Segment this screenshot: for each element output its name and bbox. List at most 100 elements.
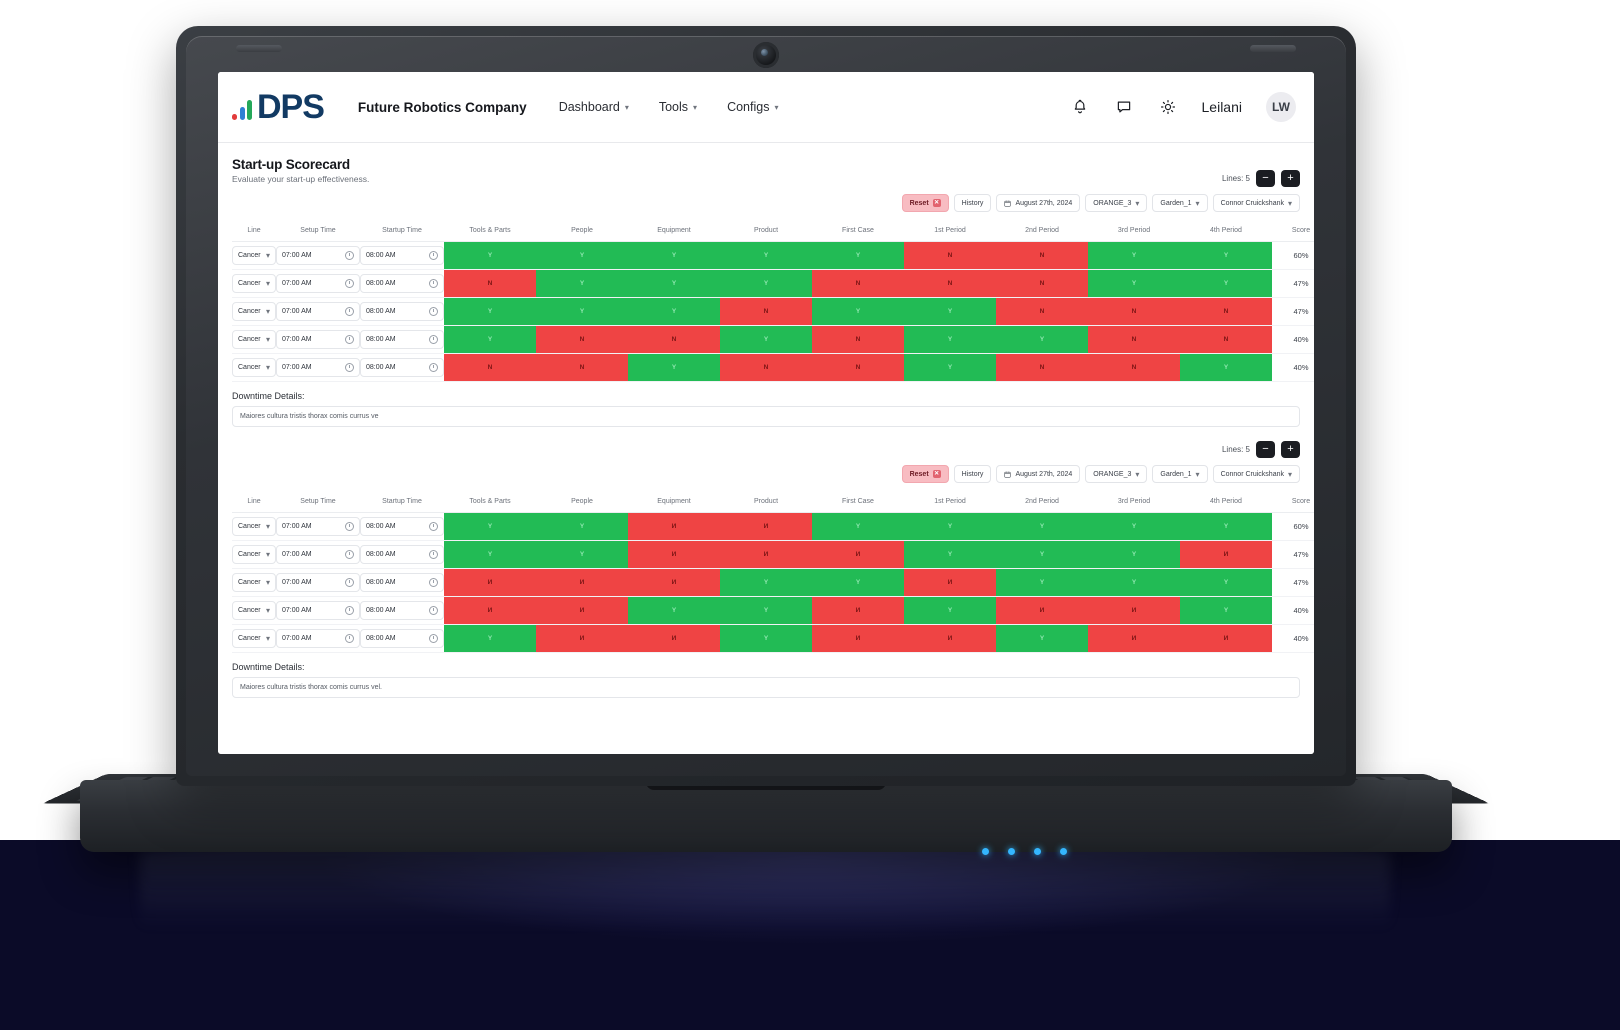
- status-cell-equipment[interactable]: Y: [628, 297, 720, 326]
- startup-time-input[interactable]: 08:00 AM: [360, 601, 444, 620]
- line-select[interactable]: Cancer ▾: [232, 302, 276, 321]
- status-cell-product[interactable]: N: [720, 353, 812, 382]
- nav-item-dashboard[interactable]: Dashboard ▾: [559, 100, 629, 114]
- status-cell-equipment[interactable]: Y: [628, 596, 720, 625]
- line-select[interactable]: Cancer ▾: [232, 274, 276, 293]
- status-cell-4th-period[interactable]: Y: [1180, 241, 1272, 270]
- status-cell-tools-parts[interactable]: Y: [444, 624, 536, 653]
- avatar[interactable]: LW: [1266, 92, 1296, 122]
- status-cell-people[interactable]: И: [536, 568, 628, 597]
- status-cell-product[interactable]: И: [720, 540, 812, 569]
- status-cell-tools-parts[interactable]: Y: [444, 325, 536, 354]
- status-cell-4th-period[interactable]: Y: [1180, 512, 1272, 541]
- status-cell-product[interactable]: Y: [720, 624, 812, 653]
- startup-time-input[interactable]: 08:00 AM: [360, 302, 444, 321]
- status-cell-tools-parts[interactable]: Y: [444, 297, 536, 326]
- status-cell-product[interactable]: Y: [720, 325, 812, 354]
- chat-icon[interactable]: [1114, 97, 1134, 117]
- select-garden[interactable]: Garden_1 ▾: [1152, 194, 1208, 212]
- lines-increase-button[interactable]: +: [1281, 441, 1300, 458]
- status-cell-3rd-period[interactable]: N: [1088, 353, 1180, 382]
- setup-time-input[interactable]: 07:00 AM: [276, 545, 360, 564]
- status-cell-2nd-period[interactable]: N: [996, 269, 1088, 298]
- setup-time-input[interactable]: 07:00 AM: [276, 302, 360, 321]
- status-cell-2nd-period[interactable]: Y: [996, 540, 1088, 569]
- close-icon[interactable]: ✕: [932, 199, 941, 207]
- date-picker[interactable]: August 27th, 2024: [996, 465, 1081, 483]
- status-cell-4th-period[interactable]: N: [1180, 325, 1272, 354]
- status-cell-4th-period[interactable]: N: [1180, 297, 1272, 326]
- setup-time-input[interactable]: 07:00 AM: [276, 573, 360, 592]
- line-select[interactable]: Cancer ▾: [232, 246, 276, 265]
- status-cell-2nd-period[interactable]: Y: [996, 568, 1088, 597]
- status-cell-4th-period[interactable]: Y: [1180, 568, 1272, 597]
- setup-time-input[interactable]: 07:00 AM: [276, 274, 360, 293]
- nav-item-configs[interactable]: Configs ▾: [727, 100, 778, 114]
- downtime-input-2[interactable]: Maiores cultura tristis thorax comis cur…: [232, 677, 1300, 698]
- status-cell-first-case[interactable]: Y: [812, 568, 904, 597]
- date-picker[interactable]: August 27th, 2024: [996, 194, 1081, 212]
- status-cell-equipment[interactable]: И: [628, 568, 720, 597]
- history-button[interactable]: History: [953, 194, 992, 212]
- status-cell-2nd-period[interactable]: Y: [996, 624, 1088, 653]
- status-cell-people[interactable]: Y: [536, 241, 628, 270]
- status-cell-2nd-period[interactable]: N: [996, 241, 1088, 270]
- nav-item-tools[interactable]: Tools ▾: [659, 100, 697, 114]
- setup-time-input[interactable]: 07:00 AM: [276, 330, 360, 349]
- status-cell-people[interactable]: Y: [536, 269, 628, 298]
- startup-time-input[interactable]: 08:00 AM: [360, 358, 444, 377]
- startup-time-input[interactable]: 08:00 AM: [360, 573, 444, 592]
- status-cell-equipment[interactable]: И: [628, 512, 720, 541]
- status-cell-equipment[interactable]: И: [628, 540, 720, 569]
- status-cell-2nd-period[interactable]: N: [996, 353, 1088, 382]
- bell-icon[interactable]: [1070, 97, 1090, 117]
- status-cell-3rd-period[interactable]: Y: [1088, 540, 1180, 569]
- status-cell-3rd-period[interactable]: Y: [1088, 512, 1180, 541]
- downtime-input-1[interactable]: Maiores cultura tristis thorax comis cur…: [232, 406, 1300, 427]
- status-cell-first-case[interactable]: N: [812, 325, 904, 354]
- startup-time-input[interactable]: 08:00 AM: [360, 246, 444, 265]
- status-cell-3rd-period[interactable]: Y: [1088, 568, 1180, 597]
- lines-decrease-button[interactable]: −: [1256, 441, 1275, 458]
- status-cell-people[interactable]: Y: [536, 297, 628, 326]
- line-select[interactable]: Cancer ▾: [232, 330, 276, 349]
- line-select[interactable]: Cancer ▾: [232, 517, 276, 536]
- status-cell-1st-period[interactable]: Y: [904, 353, 996, 382]
- select-garden[interactable]: Garden_1 ▾: [1152, 465, 1208, 483]
- history-button[interactable]: History: [953, 465, 992, 483]
- status-cell-people[interactable]: N: [536, 353, 628, 382]
- status-cell-4th-period[interactable]: Y: [1180, 596, 1272, 625]
- status-cell-1st-period[interactable]: Y: [904, 325, 996, 354]
- line-select[interactable]: Cancer ▾: [232, 545, 276, 564]
- status-cell-4th-period[interactable]: И: [1180, 540, 1272, 569]
- status-cell-people[interactable]: И: [536, 596, 628, 625]
- select-orange[interactable]: ORANGE_3 ▾: [1085, 194, 1148, 212]
- status-cell-first-case[interactable]: N: [812, 269, 904, 298]
- line-select[interactable]: Cancer ▾: [232, 601, 276, 620]
- status-cell-1st-period[interactable]: N: [904, 241, 996, 270]
- status-cell-first-case[interactable]: И: [812, 596, 904, 625]
- status-cell-product[interactable]: Y: [720, 269, 812, 298]
- line-select[interactable]: Cancer ▾: [232, 358, 276, 377]
- lines-increase-button[interactable]: +: [1281, 170, 1300, 187]
- status-cell-1st-period[interactable]: Y: [904, 512, 996, 541]
- status-cell-equipment[interactable]: N: [628, 325, 720, 354]
- setup-time-input[interactable]: 07:00 AM: [276, 358, 360, 377]
- reset-filter-pill[interactable]: Reset ✕: [901, 465, 949, 483]
- select-person[interactable]: Connor Cruickshank ▾: [1212, 194, 1300, 212]
- status-cell-1st-period[interactable]: Y: [904, 540, 996, 569]
- setup-time-input[interactable]: 07:00 AM: [276, 246, 360, 265]
- setup-time-input[interactable]: 07:00 AM: [276, 517, 360, 536]
- status-cell-people[interactable]: N: [536, 325, 628, 354]
- status-cell-1st-period[interactable]: Y: [904, 596, 996, 625]
- status-cell-equipment[interactable]: Y: [628, 241, 720, 270]
- status-cell-tools-parts[interactable]: N: [444, 353, 536, 382]
- status-cell-product[interactable]: Y: [720, 568, 812, 597]
- status-cell-4th-period[interactable]: И: [1180, 624, 1272, 653]
- status-cell-4th-period[interactable]: Y: [1180, 269, 1272, 298]
- status-cell-people[interactable]: И: [536, 624, 628, 653]
- status-cell-product[interactable]: Y: [720, 241, 812, 270]
- setup-time-input[interactable]: 07:00 AM: [276, 601, 360, 620]
- status-cell-1st-period[interactable]: И: [904, 624, 996, 653]
- status-cell-tools-parts[interactable]: N: [444, 269, 536, 298]
